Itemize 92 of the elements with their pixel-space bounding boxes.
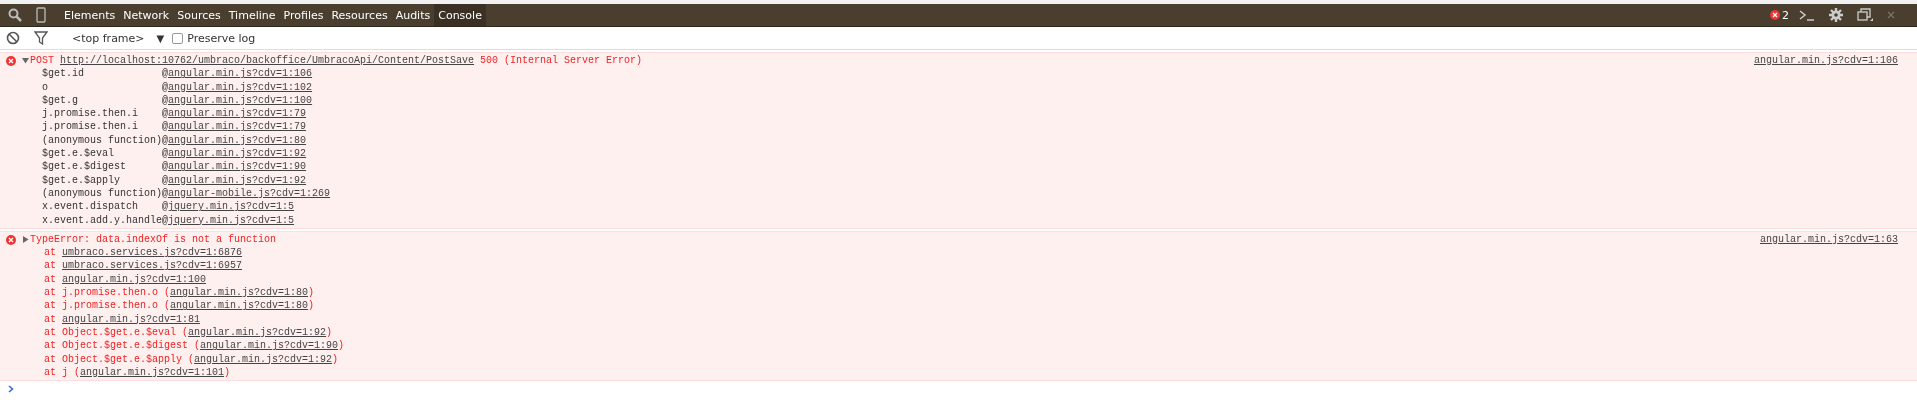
error-count[interactable]: 2 <box>1782 8 1789 22</box>
location-link[interactable]: angular.min.js?cdv=1:80 <box>170 299 309 313</box>
at-keyword: at <box>44 299 56 313</box>
at-sign: @ <box>162 161 169 173</box>
location-link[interactable]: umbraco.services.js?cdv=1:6957 <box>62 259 243 273</box>
function-name: $get.g <box>42 93 79 108</box>
at-keyword: at <box>44 365 56 380</box>
at-sign: @ <box>162 121 169 133</box>
paren: ( <box>164 286 171 300</box>
location-link[interactable]: angular.min.js?cdv=1:92 <box>168 148 307 160</box>
function-name: Object.$get.e.$digest <box>62 339 189 353</box>
function-name: (anonymous function) <box>42 133 163 148</box>
location-link[interactable]: angular.min.js?cdv=1:92 <box>168 174 307 186</box>
location-link[interactable]: jquery.min.js?cdv=1:5 <box>168 214 295 226</box>
paren: ( <box>74 365 81 380</box>
at-keyword: at <box>44 325 56 340</box>
at-keyword: at <box>44 339 56 353</box>
panel-tab[interactable]: Timeline <box>224 4 280 26</box>
function-name: x.event.dispatch <box>42 200 139 214</box>
function-name: j <box>62 365 69 380</box>
location-link[interactable]: angular.min.js?cdv=1:106 <box>168 68 313 80</box>
at-sign: @ <box>162 174 169 186</box>
panel-tab[interactable]: Audits <box>391 4 435 26</box>
location-link[interactable]: angular.min.js?cdv=1:90 <box>168 161 307 173</box>
location-link[interactable]: angular.min.js?cdv=1:81 <box>62 312 201 326</box>
location-link[interactable]: angular.min.js?cdv=1:79 <box>168 108 307 120</box>
at-keyword: at <box>44 352 56 366</box>
location-link[interactable]: angular.min.js?cdv=1:101 <box>80 365 225 380</box>
function-name: j.promise.then.i <box>42 107 139 121</box>
panel-tab[interactable]: Console <box>434 4 486 26</box>
at-sign: @ <box>162 94 169 106</box>
location-link[interactable]: angular.min.js?cdv=1:92 <box>188 325 327 340</box>
paren: ( <box>188 352 195 366</box>
at-keyword: at <box>44 259 56 273</box>
function-name: Object.$get.e.$eval <box>62 325 177 340</box>
at-sign: @ <box>162 134 169 146</box>
panel-tab[interactable]: Network <box>119 4 174 26</box>
at-keyword: at <box>44 272 56 287</box>
function-name: x.event.add.y.handle <box>42 213 163 227</box>
location-link[interactable]: angular.min.js?cdv=1:102 <box>168 81 313 93</box>
location-link[interactable]: umbraco.services.js?cdv=1:6876 <box>62 246 243 260</box>
preserve-log-label: Preserve log <box>187 31 256 45</box>
location-link[interactable]: angular.min.js?cdv=1:90 <box>200 339 339 353</box>
at-sign: @ <box>162 68 169 80</box>
at-sign: @ <box>162 187 169 199</box>
at-keyword: at <box>44 246 56 260</box>
at-sign: @ <box>162 108 169 120</box>
panel-tab[interactable]: Profiles <box>279 4 328 26</box>
source-link[interactable]: angular.min.js?cdv=1:63 <box>1759 232 1898 247</box>
function-name: j.promise.then.i <box>42 120 139 134</box>
paren: ( <box>164 299 171 313</box>
status-text: 500 (Internal Server Error) <box>480 54 643 68</box>
location-link[interactable]: angular.min.js?cdv=1:80 <box>168 134 307 146</box>
paren: ) <box>338 339 345 353</box>
at-keyword: at <box>44 286 56 300</box>
at-sign: @ <box>162 148 169 160</box>
function-name: j.promise.then.o <box>62 286 159 300</box>
error-text: TypeError: data.indexOf is not a function <box>30 232 277 247</box>
location-link[interactable]: angular.min.js?cdv=1:92 <box>194 352 333 366</box>
function-name: $get.id <box>42 67 85 81</box>
at-sign: @ <box>162 81 169 93</box>
paren: ) <box>308 299 315 313</box>
function-name: (anonymous function) <box>42 186 163 201</box>
frame-selector[interactable]: <top frame> <box>72 31 145 45</box>
location-link[interactable]: angular.min.js?cdv=1:100 <box>168 94 313 106</box>
paren: ) <box>326 325 333 340</box>
paren: ( <box>194 339 201 353</box>
paren: ) <box>332 352 339 366</box>
paren: ) <box>308 286 315 300</box>
function-name: Object.$get.e.$apply <box>62 352 183 366</box>
dropdown-arrow[interactable]: ▼ <box>156 32 165 44</box>
at-sign: @ <box>162 214 169 226</box>
location-link[interactable]: angular.min.js?cdv=1:100 <box>62 272 207 287</box>
function-name: j.promise.then.o <box>62 299 159 313</box>
location-link[interactable]: angular.min.js?cdv=1:80 <box>170 286 309 300</box>
panel-tab[interactable]: Sources <box>173 4 225 26</box>
request-method: POST <box>30 54 54 68</box>
location-link[interactable]: angular-mobile.js?cdv=1:269 <box>168 187 331 199</box>
function-name: $get.e.$digest <box>42 160 127 174</box>
request-url-link[interactable]: http://localhost:10762/umbraco/backoffice/UmbracoApi/Content/PostSave <box>60 54 475 68</box>
function-name: $get.e.$eval <box>42 147 115 161</box>
location-link[interactable]: jquery.min.js?cdv=1:5 <box>168 201 295 213</box>
location-link[interactable]: angular.min.js?cdv=1:79 <box>168 121 307 133</box>
function-name: o <box>42 80 49 94</box>
function-name: $get.e.$apply <box>42 173 121 187</box>
paren: ) <box>224 365 231 380</box>
panel-tab[interactable]: Elements <box>60 4 120 26</box>
source-link[interactable]: angular.min.js?cdv=1:106 <box>1753 54 1898 68</box>
paren: ( <box>182 325 189 340</box>
at-sign: @ <box>162 201 169 213</box>
panel-tab[interactable]: Resources <box>327 4 392 26</box>
at-keyword: at <box>44 312 56 326</box>
